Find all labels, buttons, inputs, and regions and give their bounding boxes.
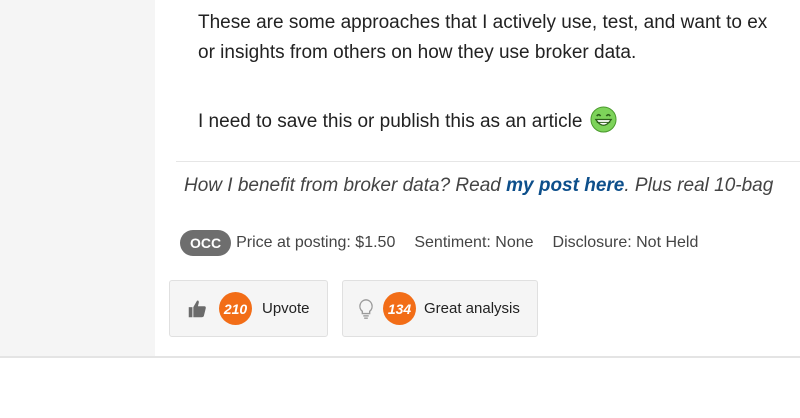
grinning-face-icon xyxy=(590,106,617,133)
post-text-line-1: These are some approaches that I activel… xyxy=(198,12,768,33)
lightbulb-icon xyxy=(359,298,373,319)
promo-text: How I benefit from broker data? Read my … xyxy=(184,174,773,197)
price-at-posting: Price at posting: $1.50 xyxy=(236,233,396,251)
great-analysis-button[interactable]: 134 Great analysis xyxy=(342,280,538,337)
upvote-label: Upvote xyxy=(262,300,310,317)
post-text-line-2: or insights from others on how they use … xyxy=(198,42,637,63)
page: These are some approaches that I activel… xyxy=(0,0,800,418)
post-text-line-3-text: I need to save this or publish this as a… xyxy=(198,111,583,132)
ticker-badge[interactable]: OCC xyxy=(180,229,232,256)
card-bottom-border xyxy=(0,356,800,358)
great-analysis-count: 134 xyxy=(383,292,416,325)
post-meta: OCC Price at posting: $1.50 Sentiment: N… xyxy=(180,229,717,256)
great-analysis-label: Great analysis xyxy=(424,300,520,317)
divider xyxy=(176,161,800,162)
promo-suffix: . Plus real 10-bag xyxy=(624,175,774,196)
disclosure: Disclosure: Not Held xyxy=(552,233,699,251)
my-post-link[interactable]: my post here xyxy=(506,175,624,196)
promo-prefix: How I benefit from broker data? Read xyxy=(184,175,507,196)
post-text-line-3: I need to save this or publish this as a… xyxy=(198,106,617,133)
upvote-button[interactable]: 210 Upvote xyxy=(169,280,328,337)
left-gutter xyxy=(0,0,155,357)
upvote-count: 210 xyxy=(219,292,252,325)
sentiment: Sentiment: None xyxy=(414,233,534,251)
thumbs-up-icon xyxy=(188,300,206,317)
